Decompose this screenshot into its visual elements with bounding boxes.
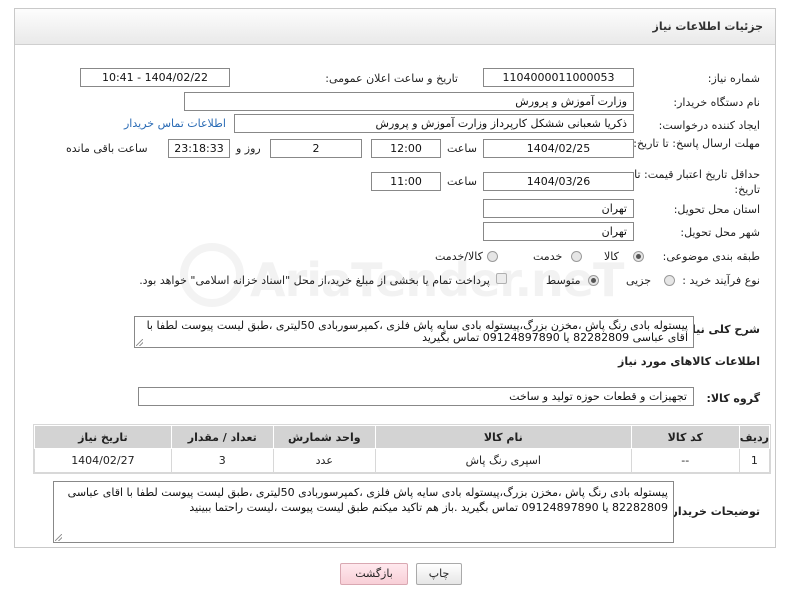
buyer-org-label: نام دستگاه خریدار:	[673, 96, 760, 109]
description-text: پیستوله بادی رنگ پاش ،مخزن بزرگ،پیستوله …	[146, 319, 688, 344]
buyer-notes-text: پیستوله بادی رنگ پاش ،مخزن بزرگ،پیستوله …	[67, 486, 668, 514]
col-qty: تعداد / مقدار	[170, 425, 274, 449]
category-both-radio[interactable]	[487, 251, 498, 262]
goods-section-title: اطلاعات کالاهای مورد نیاز	[618, 355, 760, 368]
purchase-partial-label: جزیی	[626, 274, 652, 287]
validity-time-field[interactable]: 11:00	[371, 172, 441, 191]
col-date: تاریخ نیاز	[34, 425, 172, 449]
items-table-header: ردیف کد کالا نام کالا واحد شمارش تعداد /…	[34, 425, 771, 449]
creator-field[interactable]: ذکریا شعبانی ششکل کارپرداز وزارت آموزش و…	[234, 114, 634, 133]
reply-time-field[interactable]: 12:00	[371, 139, 441, 158]
goods-group-field[interactable]: تجهیزات و قطعات حوزه تولید و ساخت	[138, 387, 694, 406]
items-table: ردیف کد کالا نام کالا واحد شمارش تعداد /…	[34, 425, 771, 473]
city-field[interactable]: تهران	[483, 222, 634, 241]
panel-title: جزئیات اطلاعات نیاز	[652, 20, 764, 33]
reply-time-label: ساعت	[447, 142, 477, 155]
col-name: نام کالا	[374, 425, 632, 449]
description-textarea[interactable]: پیستوله بادی رنگ پاش ،مخزن بزرگ،پیستوله …	[134, 316, 694, 348]
need-number-label: شماره نیاز:	[707, 72, 760, 85]
buyer-notes-label: توضیحات خریدار:	[667, 505, 760, 518]
purchase-partial-radio[interactable]	[664, 275, 675, 286]
print-button[interactable]: چاپ	[416, 563, 462, 585]
announce-label: تاریخ و ساعت اعلان عمومی:	[325, 72, 458, 85]
validity-date-field[interactable]: 1404/03/26	[483, 172, 634, 191]
province-label: استان محل تحویل:	[673, 203, 760, 216]
category-service-label: خدمت	[533, 250, 563, 263]
days-field[interactable]: 2	[270, 139, 362, 158]
cell-code: --	[630, 448, 740, 473]
back-button[interactable]: بازگشت	[340, 563, 408, 585]
category-label: طبقه بندی موضوعی:	[662, 250, 760, 263]
table-row[interactable]: 1 -- اسپری رنگ پاش عدد 3 1404/02/27	[34, 448, 771, 473]
purchase-type-label: نوع فرآیند خرید :	[682, 274, 760, 287]
purchase-medium-radio[interactable]	[588, 275, 599, 286]
cell-unit: عدد	[272, 448, 376, 473]
panel-header: جزئیات اطلاعات نیاز	[15, 9, 775, 45]
buyer-org-field[interactable]: وزارت آموزش و پرورش	[184, 92, 634, 111]
validity-time-label: ساعت	[447, 175, 477, 188]
need-number-field[interactable]: 1104000011000053	[483, 68, 634, 87]
items-table-frame: ردیف کد کالا نام کالا واحد شمارش تعداد /…	[33, 424, 771, 474]
cell-row: 1	[738, 448, 771, 473]
announce-field[interactable]: 1404/02/22 - 10:41	[80, 68, 230, 87]
category-goods-label: کالا	[604, 250, 619, 263]
cell-qty: 3	[170, 448, 274, 473]
col-row: ردیف	[738, 425, 771, 449]
cell-name: اسپری رنگ پاش	[374, 448, 632, 473]
days-label: روز و	[236, 142, 261, 155]
col-code: کد کالا	[630, 425, 740, 449]
col-unit: واحد شمارش	[272, 425, 376, 449]
treasury-payment-checkbox[interactable]	[496, 273, 507, 284]
remaining-label: ساعت باقی مانده	[66, 142, 148, 155]
reply-date-field[interactable]: 1404/02/25	[483, 139, 634, 158]
resize-grip-icon[interactable]	[136, 339, 143, 346]
city-label: شهر محل تحویل:	[680, 226, 760, 239]
resize-grip-icon[interactable]	[55, 534, 62, 541]
goods-group-label: گروه کالا:	[706, 392, 760, 405]
cell-date: 1404/02/27	[34, 448, 172, 473]
category-service-radio[interactable]	[571, 251, 582, 262]
treasury-payment-label: پرداخت تمام یا بخشی از مبلغ خرید،از محل …	[139, 274, 490, 287]
province-field[interactable]: تهران	[483, 199, 634, 218]
creator-label: ایجاد کننده درخواست:	[658, 119, 760, 132]
reply-deadline-label: مهلت ارسال پاسخ: تا تاریخ:	[633, 137, 760, 150]
price-validity-label: حداقل تاریخ اعتبار قیمت: تا تاریخ:	[634, 168, 760, 196]
buyer-notes-textarea[interactable]: پیستوله بادی رنگ پاش ،مخزن بزرگ،پیستوله …	[53, 481, 674, 543]
category-both-label: کالا/خدمت	[435, 250, 483, 263]
category-goods-radio[interactable]	[633, 251, 644, 262]
remaining-time-field[interactable]: 23:18:33	[168, 139, 230, 158]
purchase-medium-label: متوسط	[546, 274, 581, 287]
buyer-contact-link[interactable]: اطلاعات تماس خریدار	[124, 117, 226, 130]
